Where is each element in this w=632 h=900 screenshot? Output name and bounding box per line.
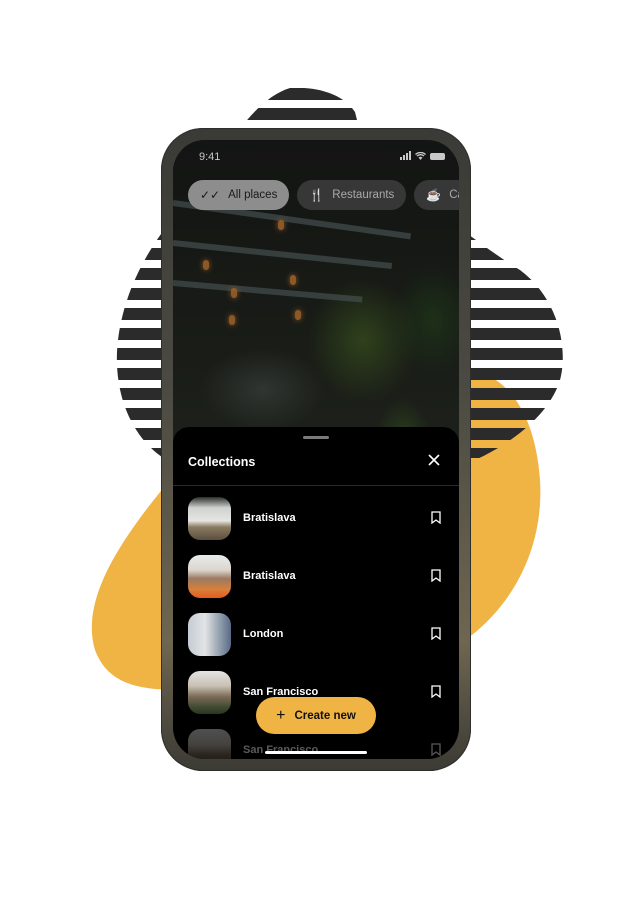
fork-knife-icon: 🍴	[309, 188, 325, 202]
list-item[interactable]: Bratislava	[173, 495, 459, 553]
coffee-cup-icon: ☕	[426, 188, 442, 202]
filter-chip-cafe[interactable]: ☕ Café	[414, 180, 459, 210]
bookmark-icon[interactable]	[431, 511, 441, 524]
bookmark-icon[interactable]	[431, 685, 441, 698]
plus-icon: +	[276, 706, 286, 724]
collection-thumbnail	[188, 613, 231, 656]
bookmark-icon[interactable]	[431, 569, 441, 582]
collection-name: London	[243, 628, 284, 640]
create-new-label: Create new	[294, 709, 356, 722]
signal-icon	[400, 151, 411, 160]
list-item[interactable]: Bratislava	[173, 553, 459, 611]
filter-chip-restaurants[interactable]: 🍴 Restaurants	[297, 180, 407, 210]
home-indicator[interactable]	[265, 751, 367, 754]
close-icon[interactable]	[427, 453, 441, 467]
phone-screen: 9:41 ✓✓ All places 🍴 Restaurants ☕ Café	[173, 140, 459, 759]
divider	[173, 485, 459, 486]
filter-label: Café	[449, 189, 459, 201]
create-new-button[interactable]: + Create new	[256, 697, 376, 734]
status-time: 9:41	[199, 151, 221, 163]
battery-icon	[430, 152, 445, 160]
sheet-title: Collections	[188, 455, 256, 469]
filter-chips: ✓✓ All places 🍴 Restaurants ☕ Café	[188, 180, 459, 210]
drag-handle[interactable]	[303, 436, 329, 439]
collection-name: San Francisco	[243, 744, 319, 756]
filter-label: Restaurants	[332, 189, 395, 201]
collection-name: Bratislava	[243, 512, 296, 524]
status-bar: 9:41	[173, 140, 459, 176]
double-check-icon: ✓✓	[200, 188, 221, 202]
bookmark-icon[interactable]	[431, 743, 441, 756]
list-item[interactable]: London	[173, 611, 459, 669]
bookmark-icon[interactable]	[431, 627, 441, 640]
collection-thumbnail	[188, 555, 231, 598]
collections-sheet: Collections Bratislava Bratislava London	[173, 427, 459, 759]
filter-label: All places	[228, 189, 278, 201]
filter-chip-all-places[interactable]: ✓✓ All places	[188, 180, 290, 210]
collection-thumbnail	[188, 671, 231, 714]
collection-thumbnail	[188, 729, 231, 759]
collection-thumbnail	[188, 497, 231, 540]
wifi-icon	[415, 152, 426, 160]
phone-frame: 9:41 ✓✓ All places 🍴 Restaurants ☕ Café	[161, 128, 471, 771]
collection-name: Bratislava	[243, 570, 296, 582]
